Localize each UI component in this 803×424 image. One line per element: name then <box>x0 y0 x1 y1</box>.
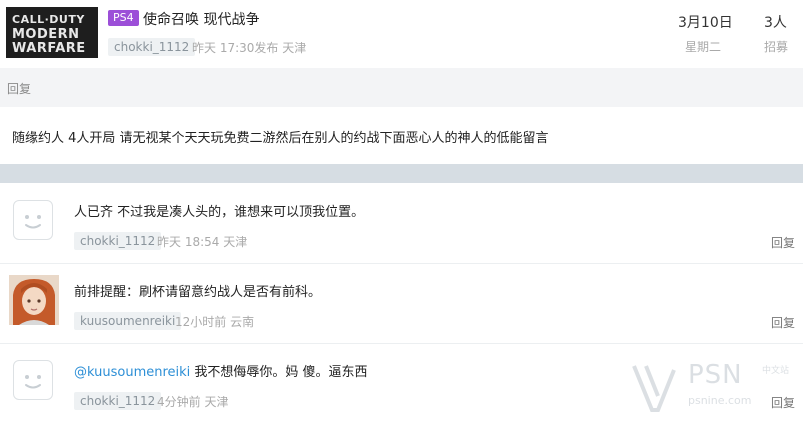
watermark-domain: psnine.com <box>688 394 752 407</box>
site-watermark: PSN 中文站 psnine.com <box>630 360 800 416</box>
platform-badge: PS4 <box>108 10 139 26</box>
topic-reply-button[interactable]: 回复 <box>7 80 31 97</box>
post-meta: 昨天 17:30发布 天津 <box>192 41 307 55</box>
default-avatar-icon[interactable] <box>13 360 53 400</box>
section-divider <box>0 164 803 183</box>
comment-reply-button[interactable]: 回复 <box>771 234 795 251</box>
topic-header: CALL·DUTY MODERN WARFARE PS4 使命召唤 现代战争 c… <box>0 0 803 68</box>
comment-author[interactable]: chokki_1112 <box>74 392 162 410</box>
player-count: 3人 <box>764 15 787 31</box>
user-avatar-icon[interactable] <box>9 275 59 325</box>
watermark-logo-icon <box>632 365 676 412</box>
cover-text-line1: CALL·DUTY <box>12 13 85 26</box>
comment-reply-button[interactable]: 回复 <box>771 314 795 331</box>
topic-author[interactable]: chokki_1112 <box>108 38 196 56</box>
cover-text-line3: WARFARE <box>12 41 86 56</box>
event-weekday: 星期二 <box>685 40 722 54</box>
game-cover-image[interactable]: CALL·DUTY MODERN WARFARE <box>6 7 98 58</box>
description-text: 随缘约人 4人开局 请无视某个天天玩免费二游然后在别人的约战下面恶心人的神人的低… <box>12 131 549 146</box>
comment-time: 昨天 18:54 天津 <box>157 235 248 249</box>
user-mention-link[interactable]: @kuusoumenreiki <box>74 365 190 380</box>
comment-author[interactable]: kuusoumenreiki <box>74 312 182 330</box>
comment-time: 12小时前 云南 <box>175 315 255 329</box>
game-title[interactable]: 使命召唤 现代战争 <box>143 9 259 29</box>
watermark-brand: PSN <box>688 360 743 390</box>
watermark-cn: 中文站 <box>762 366 790 376</box>
topic-description: 随缘约人 4人开局 请无视某个天天玩免费二游然后在别人的约战下面恶心人的神人的低… <box>0 107 803 164</box>
comment-item: 人已齐 不过我是凑人头的，谁想来可以顶我位置。 chokki_1112 昨天 1… <box>0 183 803 264</box>
comment-author[interactable]: chokki_1112 <box>74 232 162 250</box>
comment-item: 前排提醒：刷杯请留意约战人是否有前科。 kuusoumenreiki 12小时前… <box>0 263 803 344</box>
topic-reply-bar: 回复 <box>0 68 803 107</box>
comment-text: 人已齐 不过我是凑人头的，谁想来可以顶我位置。 <box>74 205 365 220</box>
cover-text-line2: MODERN <box>12 27 80 42</box>
default-avatar-icon[interactable] <box>13 200 53 240</box>
comment-time: 4分钟前 天津 <box>157 395 229 409</box>
comment-body: 我不想侮辱你。妈 傻。逼东西 <box>190 365 368 380</box>
comment-text: 前排提醒：刷杯请留意约战人是否有前科。 <box>74 285 322 300</box>
comment-text: @kuusoumenreiki 我不想侮辱你。妈 傻。逼东西 <box>74 361 368 380</box>
recruit-label: 招募 <box>764 40 789 54</box>
event-date: 3月10日 <box>678 15 733 31</box>
